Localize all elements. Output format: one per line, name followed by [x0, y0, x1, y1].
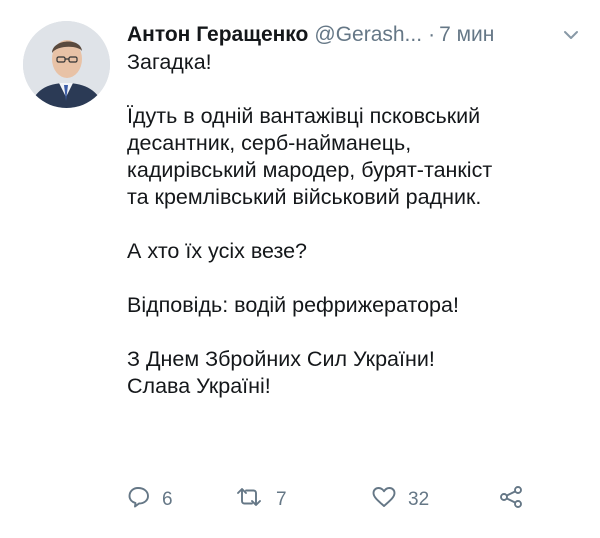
heart-icon — [370, 485, 398, 515]
reply-button[interactable]: 6 — [126, 482, 173, 518]
tweet-paragraph: З Днем Збройних Сил України! Слава Украї… — [127, 346, 587, 400]
tweet-paragraph: Їдуть в одній вантажівці псковський деса… — [127, 103, 587, 211]
tweet-time[interactable]: 7 мин — [439, 23, 494, 47]
header-separator: · — [428, 23, 436, 46]
tweet-paragraph: Відповідь: водій рефрижератора! — [127, 292, 587, 319]
tweet-text: Загадка! Їдуть в одній вантажівці псковс… — [127, 49, 587, 400]
tweet-paragraph: Загадка! — [127, 49, 587, 76]
like-count: 32 — [408, 489, 430, 510]
author-name[interactable]: Антон Геращенко — [127, 23, 308, 47]
share-button[interactable] — [498, 482, 524, 518]
tweet-line: А хто їх усіх везе? — [127, 239, 308, 263]
retweet-count: 7 — [276, 489, 287, 510]
tweet-line: Їдуть в одній вантажівці псковський — [127, 104, 481, 128]
share-icon — [498, 485, 524, 515]
tweet-line: Слава Україні! — [127, 374, 271, 398]
tweet-card[interactable]: Антон Геращенко @Gerash... · 7 мин Загад… — [0, 0, 600, 538]
like-button[interactable]: 32 — [370, 482, 429, 518]
retweet-button[interactable]: 7 — [232, 482, 287, 518]
tweet-line: кадирівський мародер, бурят-танкіст — [127, 158, 493, 182]
tweet-header: Антон Геращенко @Gerash... · 7 мин — [127, 20, 582, 50]
tweet-line: Загадка! — [127, 50, 212, 74]
tweet-line: десантник, серб-найманець, — [127, 131, 412, 155]
tweet-paragraph: А хто їх усіх везе? — [127, 238, 587, 265]
reply-count: 6 — [162, 489, 173, 510]
author-handle[interactable]: @Gerash... — [314, 23, 422, 47]
tweet-actions: 6 7 32 — [122, 482, 582, 518]
avatar[interactable] — [23, 21, 110, 108]
tweet-line: З Днем Збройних Сил України! — [127, 347, 435, 371]
tweet-line: та кремлівський військовий радник. — [127, 185, 482, 209]
retweet-icon — [232, 485, 266, 515]
reply-icon — [126, 485, 152, 515]
avatar-image — [23, 21, 110, 108]
tweet-line: Відповідь: водій рефрижератора! — [127, 293, 459, 317]
chevron-down-icon[interactable] — [560, 24, 582, 46]
